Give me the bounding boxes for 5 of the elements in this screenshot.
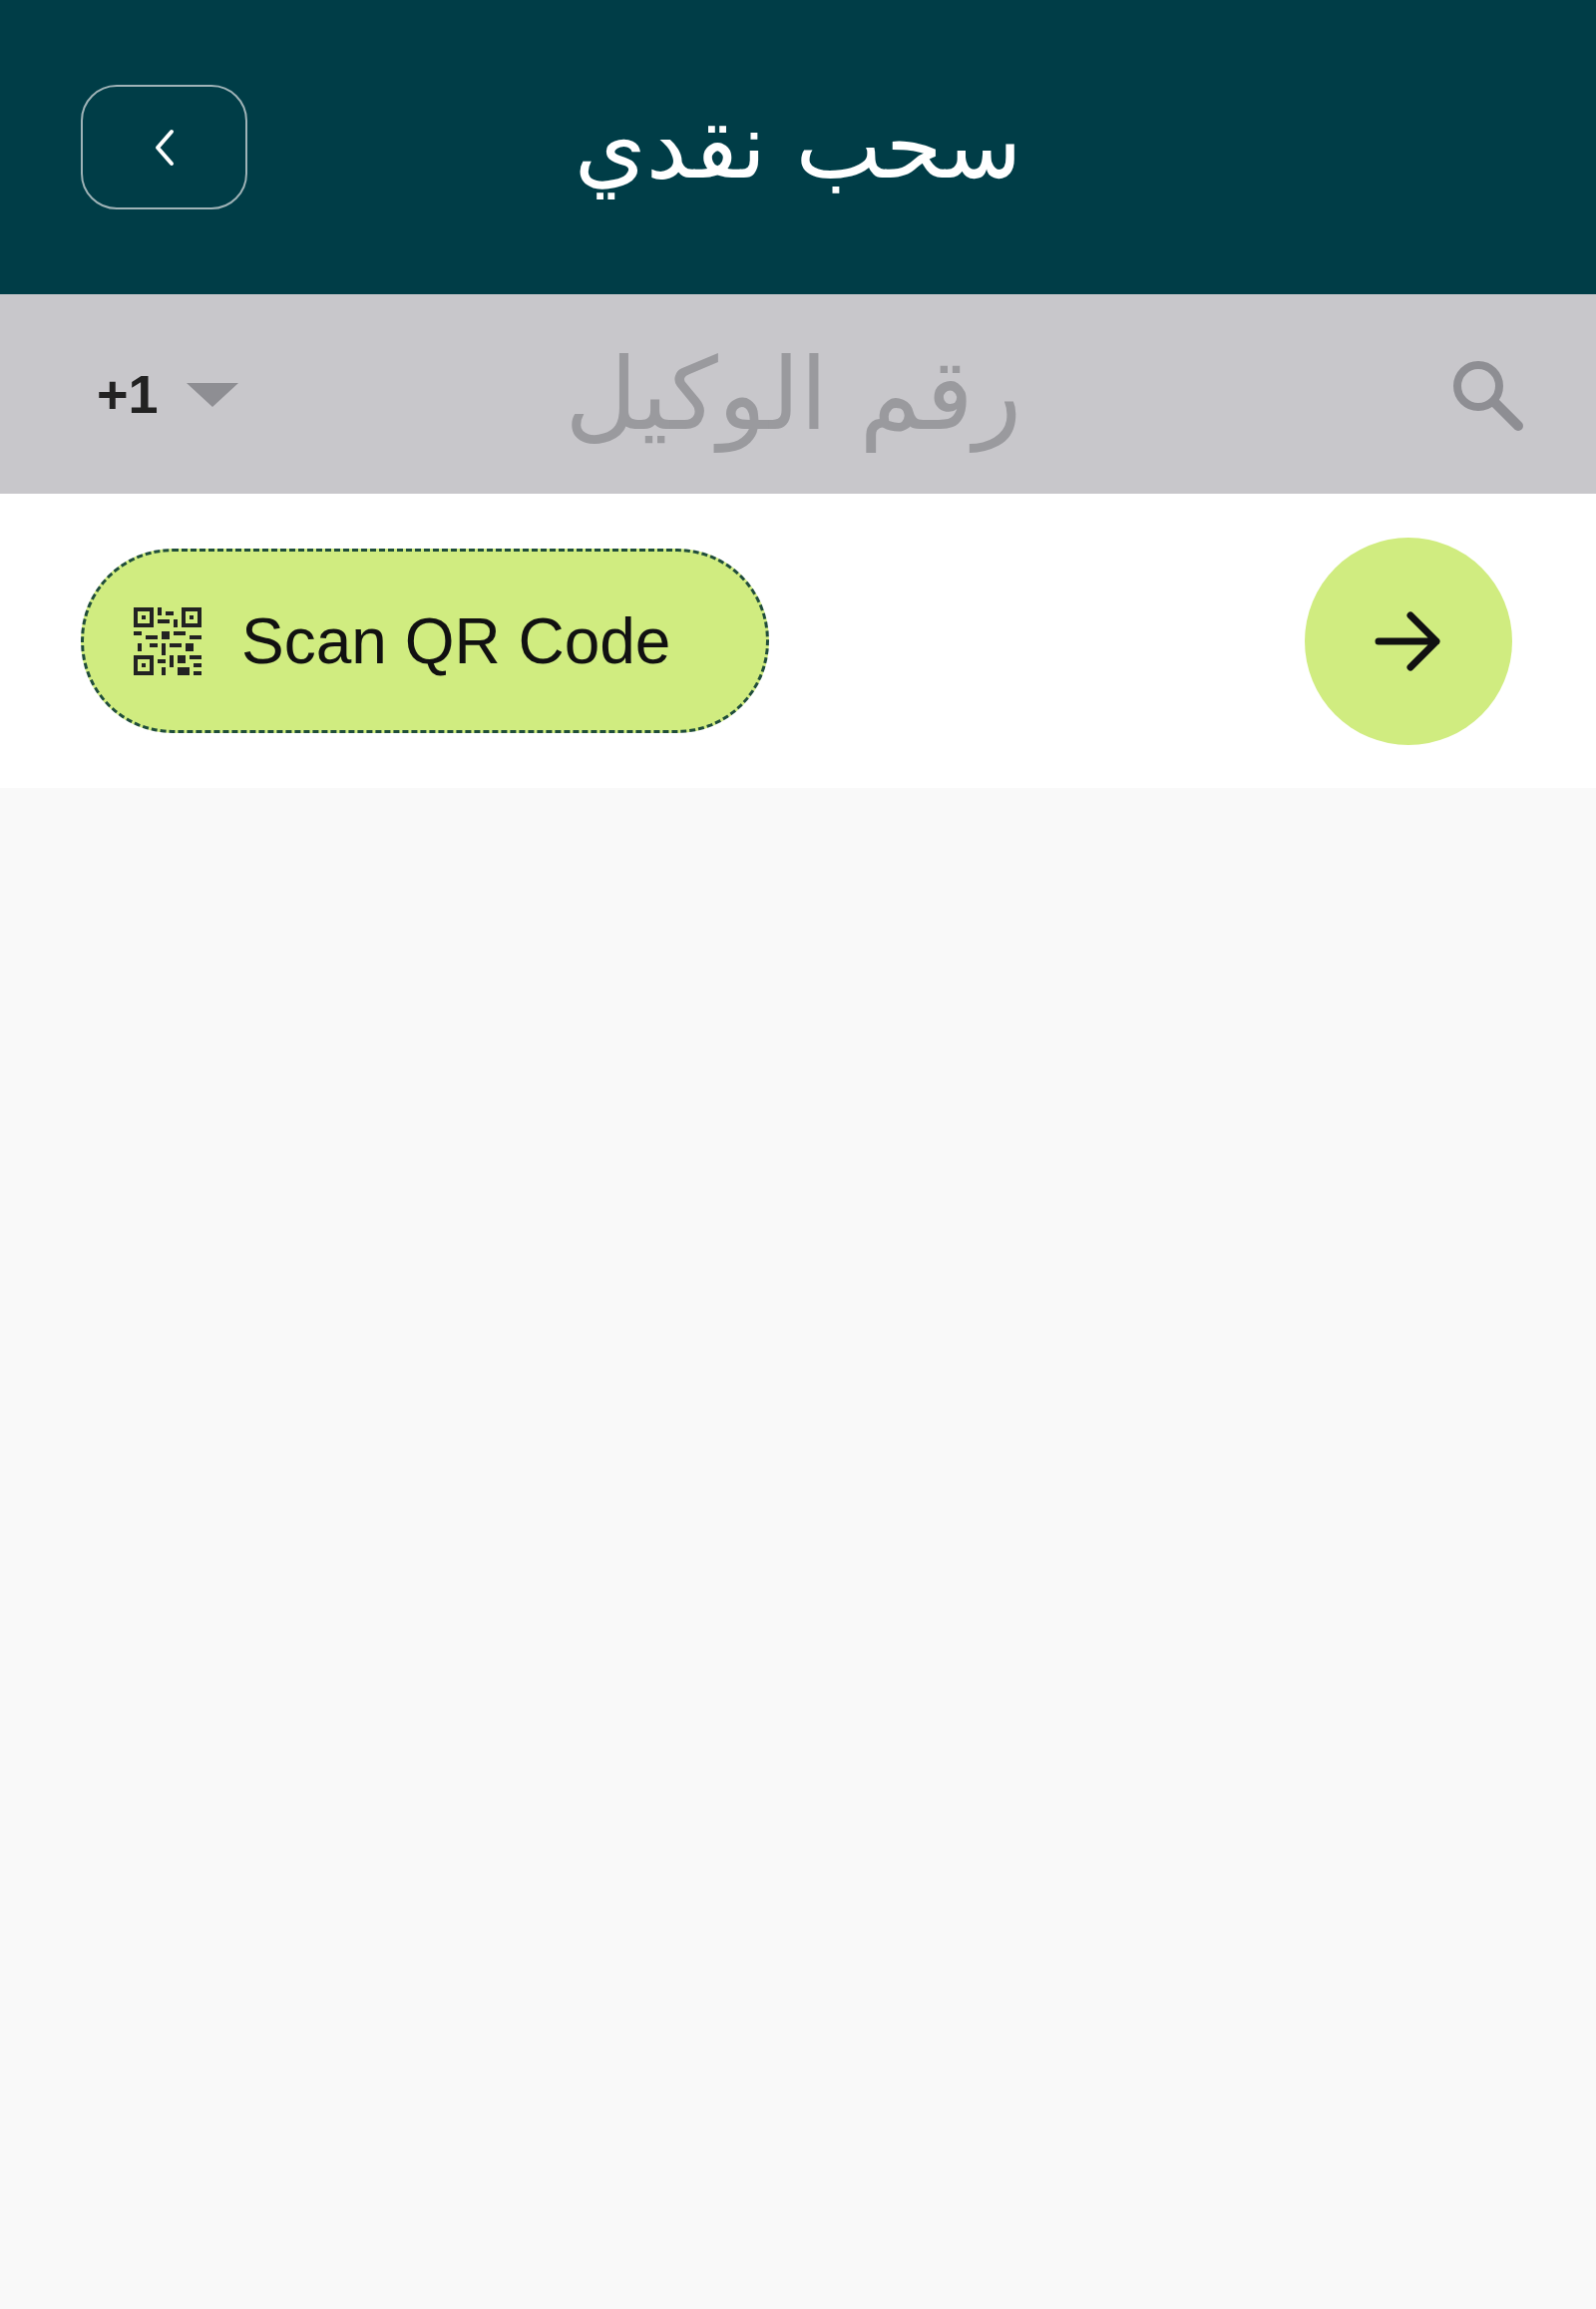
country-code-dropdown[interactable]: +1 [97, 363, 240, 425]
qr-code-icon [134, 606, 201, 675]
scan-qr-button[interactable]: Scan QR Code [81, 549, 769, 733]
back-button[interactable] [81, 85, 247, 209]
screen-title: سحب نقدي [574, 92, 1022, 202]
